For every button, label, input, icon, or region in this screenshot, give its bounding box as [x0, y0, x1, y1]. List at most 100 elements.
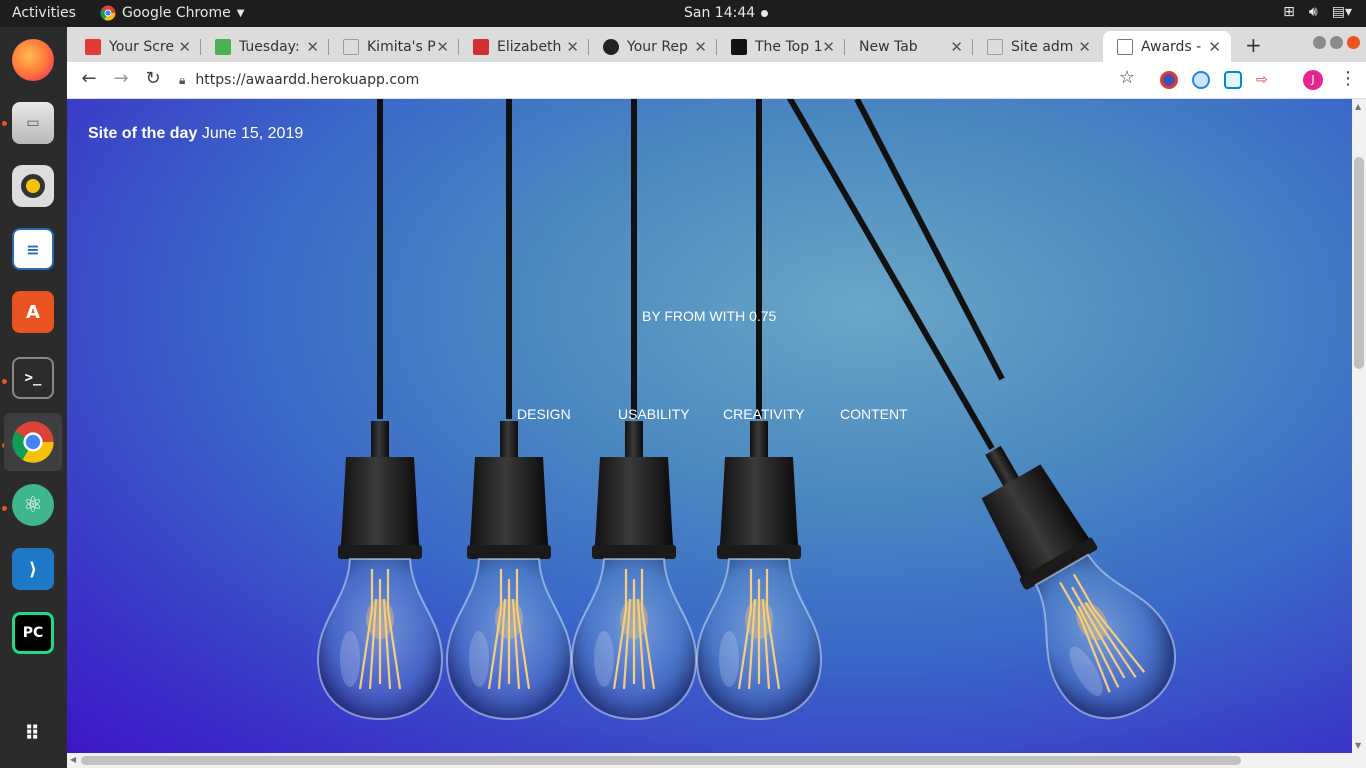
tab-5[interactable]: Your Rep ✕ — [589, 31, 717, 62]
vw-icon — [731, 38, 747, 55]
close-icon[interactable]: ✕ — [436, 38, 449, 56]
close-icon[interactable]: ✕ — [178, 38, 191, 56]
pycharm-icon: PC — [12, 612, 54, 654]
vertical-scrollbar[interactable]: ▲ ▼ — [1352, 99, 1366, 753]
chevron-down-icon: ▼ — [236, 7, 245, 19]
activities-button[interactable]: Activities — [12, 5, 76, 21]
tab-title: The Top 1 — [755, 38, 823, 55]
tab-1[interactable]: Your Scre ✕ — [71, 31, 201, 62]
criteria-usability: USABILITY — [618, 406, 690, 422]
new-tab-button[interactable]: + — [1245, 33, 1262, 57]
rhythmbox-icon — [12, 165, 54, 207]
close-icon[interactable]: ✕ — [566, 38, 579, 56]
tab-title: Awards - — [1141, 38, 1202, 55]
criteria-design: DESIGN — [517, 406, 571, 422]
chrome-menu-icon[interactable]: ⋮ — [1339, 68, 1357, 89]
criteria-creativity: CREATIVITY — [723, 406, 805, 422]
writer-icon: ≡ — [12, 228, 54, 270]
clock[interactable]: San 14:44 — [684, 5, 769, 21]
close-icon[interactable]: ✕ — [950, 38, 963, 56]
tab-title: Your Rep — [627, 38, 688, 55]
dock-rhythmbox[interactable] — [4, 157, 62, 215]
extension-1-icon[interactable] — [1160, 71, 1178, 89]
horizontal-scroll-thumb[interactable] — [81, 756, 1241, 765]
tab-title: Site adm — [1011, 38, 1074, 55]
close-window-button[interactable] — [1347, 36, 1360, 49]
scroll-left-icon[interactable]: ◀ — [70, 755, 76, 764]
address-bar[interactable]: 🔒︎ https://awaardd.herokuapp.com — [179, 67, 1219, 93]
tab-title: Your Scre — [109, 38, 174, 55]
tab-3[interactable]: Kimita's P ✕ — [329, 31, 459, 62]
minimize-button[interactable] — [1313, 36, 1326, 49]
maximize-button[interactable] — [1330, 36, 1343, 49]
dock-files[interactable]: ▭ — [4, 94, 62, 152]
clock-label: San 14:44 — [684, 5, 756, 21]
back-button[interactable]: ← — [77, 68, 101, 89]
profile-avatar[interactable]: J — [1303, 70, 1323, 90]
tab-2[interactable]: Tuesday: ✕ — [201, 31, 329, 62]
light-bulbs-image — [316, 99, 1197, 741]
tab-strip: Your Scre ✕ Tuesday: ✕ Kimita's P ✕ Eliz… — [67, 27, 1366, 62]
close-icon[interactable]: ✕ — [1208, 38, 1221, 56]
dock-software[interactable]: A — [4, 283, 62, 341]
bookmark-star-icon[interactable]: ☆ — [1115, 67, 1139, 88]
close-icon[interactable]: ✕ — [306, 38, 319, 56]
vertical-scroll-thumb[interactable] — [1354, 157, 1364, 369]
tab-favicon-icon — [85, 38, 101, 55]
show-apps-icon: ⠿ — [24, 721, 42, 745]
tab-favicon-icon — [987, 38, 1003, 55]
volume-icon[interactable]: 🔊︎ — [1309, 4, 1318, 20]
battery-icon[interactable]: ▤▾ — [1332, 4, 1352, 20]
vscode-icon: ⟩ — [12, 548, 54, 590]
lock-icon[interactable]: 🔒︎ — [179, 73, 185, 88]
tab-8[interactable]: Site adm ✕ — [973, 31, 1101, 62]
chrome-small-icon — [100, 5, 116, 21]
tab-title: Kimita's P — [367, 38, 436, 55]
scroll-up-icon[interactable]: ▲ — [1355, 102, 1361, 111]
files-icon: ▭ — [12, 102, 54, 144]
tab-9-active[interactable]: Awards - ✕ — [1103, 31, 1231, 62]
tab-7[interactable]: New Tab ✕ — [845, 31, 973, 62]
tab-4[interactable]: Elizabeth ✕ — [459, 31, 589, 62]
atom-icon: ⚛ — [12, 484, 54, 526]
url-text: https://awaardd.herokuapp.com — [195, 72, 420, 88]
notification-dot-icon — [761, 9, 769, 17]
criteria-content: CONTENT — [840, 406, 908, 422]
zoom-extension-icon[interactable] — [1192, 71, 1210, 89]
network-icon[interactable]: ⊞ — [1283, 4, 1295, 20]
reload-button[interactable]: ↻ — [141, 68, 165, 89]
tab-6[interactable]: The Top 1 ✕ — [717, 31, 845, 62]
close-icon[interactable]: ✕ — [694, 38, 707, 56]
app-menu[interactable]: Google Chrome ▼ — [100, 5, 244, 21]
horizontal-scrollbar[interactable]: ◀ — [67, 753, 1366, 768]
page-hero: Site of the day June 15, 2019 BY FROM WI… — [67, 99, 1352, 753]
close-icon[interactable]: ✕ — [1078, 38, 1091, 56]
dock-pycharm[interactable]: PC — [4, 604, 62, 662]
software-center-icon: A — [12, 291, 54, 333]
firefox-icon — [12, 39, 54, 81]
close-icon[interactable]: ✕ — [822, 38, 835, 56]
tab-favicon-icon — [215, 38, 231, 55]
dock-chrome[interactable] — [4, 413, 62, 471]
terminal-icon: >_ — [12, 357, 54, 399]
dock-atom[interactable]: ⚛ — [4, 476, 62, 534]
dock-show-apps[interactable]: ⠿ — [4, 704, 62, 762]
dock-writer[interactable]: ≡ — [4, 220, 62, 278]
dock-vscode[interactable]: ⟩ — [4, 540, 62, 598]
app-menu-label: Google Chrome — [122, 5, 231, 21]
forward-button[interactable]: → — [109, 68, 133, 89]
site-of-day-label: Site of the day — [88, 125, 198, 142]
dock-terminal[interactable]: >_ — [4, 349, 62, 407]
system-top-bar: Activities Google Chrome ▼ San 14:44 ⊞ 🔊… — [0, 0, 1366, 27]
scroll-down-icon[interactable]: ▼ — [1355, 741, 1361, 750]
screenshot-extension-icon[interactable] — [1224, 71, 1242, 89]
tab-title: Tuesday: — [239, 38, 300, 55]
extension-arrow-icon[interactable]: ⇨ — [1256, 71, 1274, 89]
site-of-the-day: Site of the day June 15, 2019 — [88, 125, 303, 143]
dock-firefox[interactable] — [4, 31, 62, 89]
pdf-icon — [473, 38, 489, 55]
tab-title: Elizabeth — [497, 38, 562, 55]
browser-toolbar: ← → ↻ 🔒︎ https://awaardd.herokuapp.com ☆… — [67, 62, 1366, 99]
window-controls — [1313, 36, 1360, 49]
system-tray[interactable]: ⊞ 🔊︎ ▤▾ — [1283, 4, 1352, 20]
